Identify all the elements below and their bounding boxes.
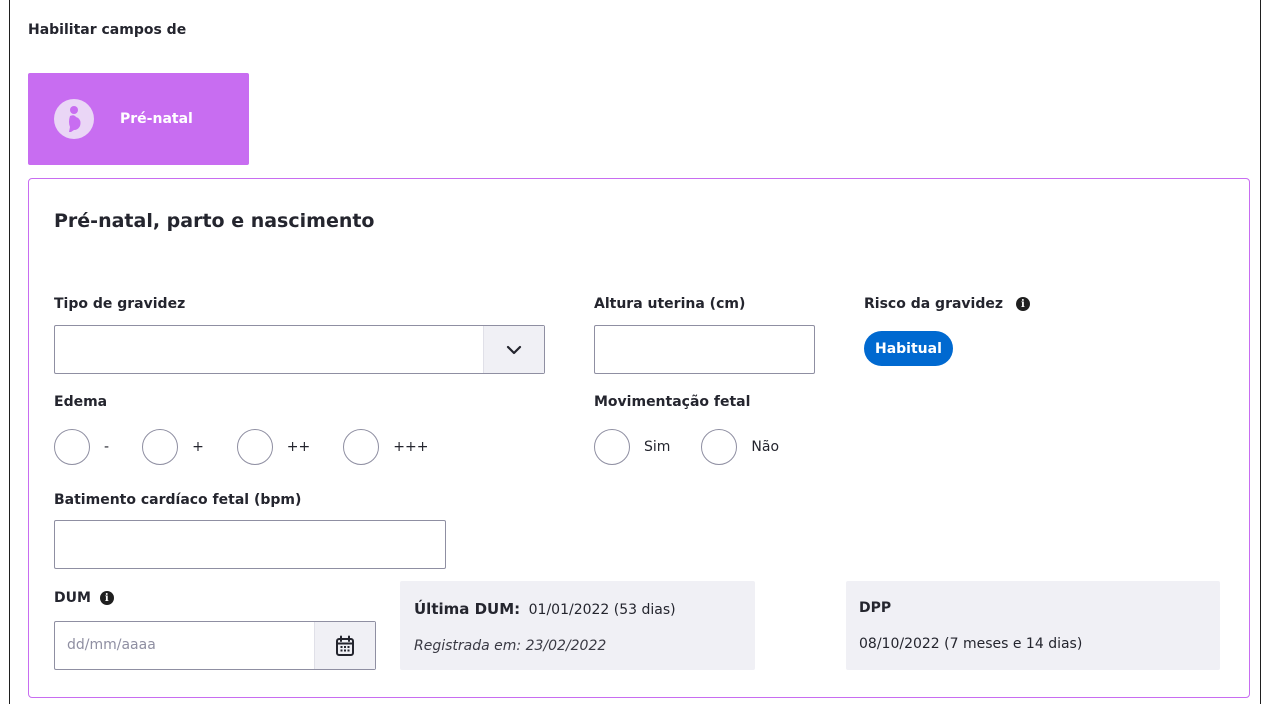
edema-option-minus[interactable]: -	[54, 429, 109, 465]
last-dum-line: Última DUM: 01/01/2022 (53 dias)	[414, 600, 676, 618]
dum-placeholder: dd/mm/aaaa	[67, 637, 156, 653]
last-dum-registered: Registrada em: 23/02/2022	[414, 638, 607, 654]
radio-circle[interactable]	[594, 429, 630, 465]
fetal-movement-label: Movimentação fetal	[594, 394, 751, 410]
radio-label: +++	[393, 439, 429, 455]
uterine-height-input[interactable]	[594, 325, 815, 374]
dum-label: DUM i	[54, 590, 114, 606]
fetal-movement-option-no[interactable]: Não	[701, 429, 779, 465]
radio-label: Sim	[644, 439, 671, 455]
radio-label: -	[104, 439, 110, 455]
dpp-card: DPP 08/10/2022 (7 meses e 14 dias)	[846, 581, 1220, 670]
dum-date-input[interactable]: dd/mm/aaaa	[54, 621, 376, 670]
fetal-heartbeat-input[interactable]	[54, 520, 446, 569]
calendar-icon[interactable]	[314, 622, 375, 669]
prenatal-toggle-button[interactable]: Pré-natal	[28, 73, 249, 165]
info-icon[interactable]: i	[1015, 297, 1030, 311]
radio-circle[interactable]	[343, 429, 380, 465]
panel-title: Pré-natal, parto e nascimento	[54, 210, 375, 232]
fetal-movement-option-yes[interactable]: Sim	[594, 429, 670, 465]
dpp-value: 08/10/2022 (7 meses e 14 dias)	[859, 636, 1083, 652]
radio-label: Não	[751, 439, 780, 455]
pregnant-woman-icon	[54, 99, 94, 139]
frame-border-right	[1260, 0, 1261, 704]
frame-border-left	[9, 0, 10, 704]
edema-label: Edema	[54, 394, 108, 410]
radio-circle[interactable]	[701, 429, 738, 465]
pregnancy-risk-label: Risco da gravidez i	[864, 296, 1030, 312]
prenatal-toggle-label: Pré-natal	[120, 111, 193, 127]
edema-radio-group: - + ++ +++	[54, 429, 428, 465]
dpp-label: DPP	[859, 600, 892, 616]
fetal-movement-radio-group: Sim Não	[594, 429, 779, 465]
radio-circle[interactable]	[54, 429, 90, 465]
last-dum-card: Última DUM: 01/01/2022 (53 dias) Registr…	[400, 581, 755, 670]
pregnancy-type-select[interactable]	[54, 325, 545, 374]
radio-label: +	[192, 439, 204, 455]
dum-label-text: DUM	[54, 590, 91, 606]
chevron-down-icon[interactable]	[483, 326, 544, 373]
edema-option-plus[interactable]: +	[142, 429, 204, 465]
pregnancy-type-label: Tipo de gravidez	[54, 296, 186, 312]
radio-label: ++	[286, 439, 311, 455]
fetal-heartbeat-label: Batimento cardíaco fetal (bpm)	[54, 492, 302, 508]
risk-badge: Habitual	[864, 331, 953, 366]
edema-option-plus-plus-plus[interactable]: +++	[343, 429, 428, 465]
last-dum-label: Última DUM:	[414, 600, 521, 618]
radio-circle[interactable]	[142, 429, 179, 465]
uterine-height-label: Altura uterina (cm)	[594, 296, 746, 312]
last-dum-value: 01/01/2022 (53 dias)	[528, 602, 676, 618]
pregnancy-risk-label-text: Risco da gravidez	[864, 296, 1004, 312]
info-icon[interactable]: i	[99, 591, 114, 605]
edema-option-plus-plus[interactable]: ++	[236, 429, 311, 465]
radio-circle[interactable]	[236, 429, 273, 465]
enable-fields-label: Habilitar campos de	[28, 22, 187, 38]
